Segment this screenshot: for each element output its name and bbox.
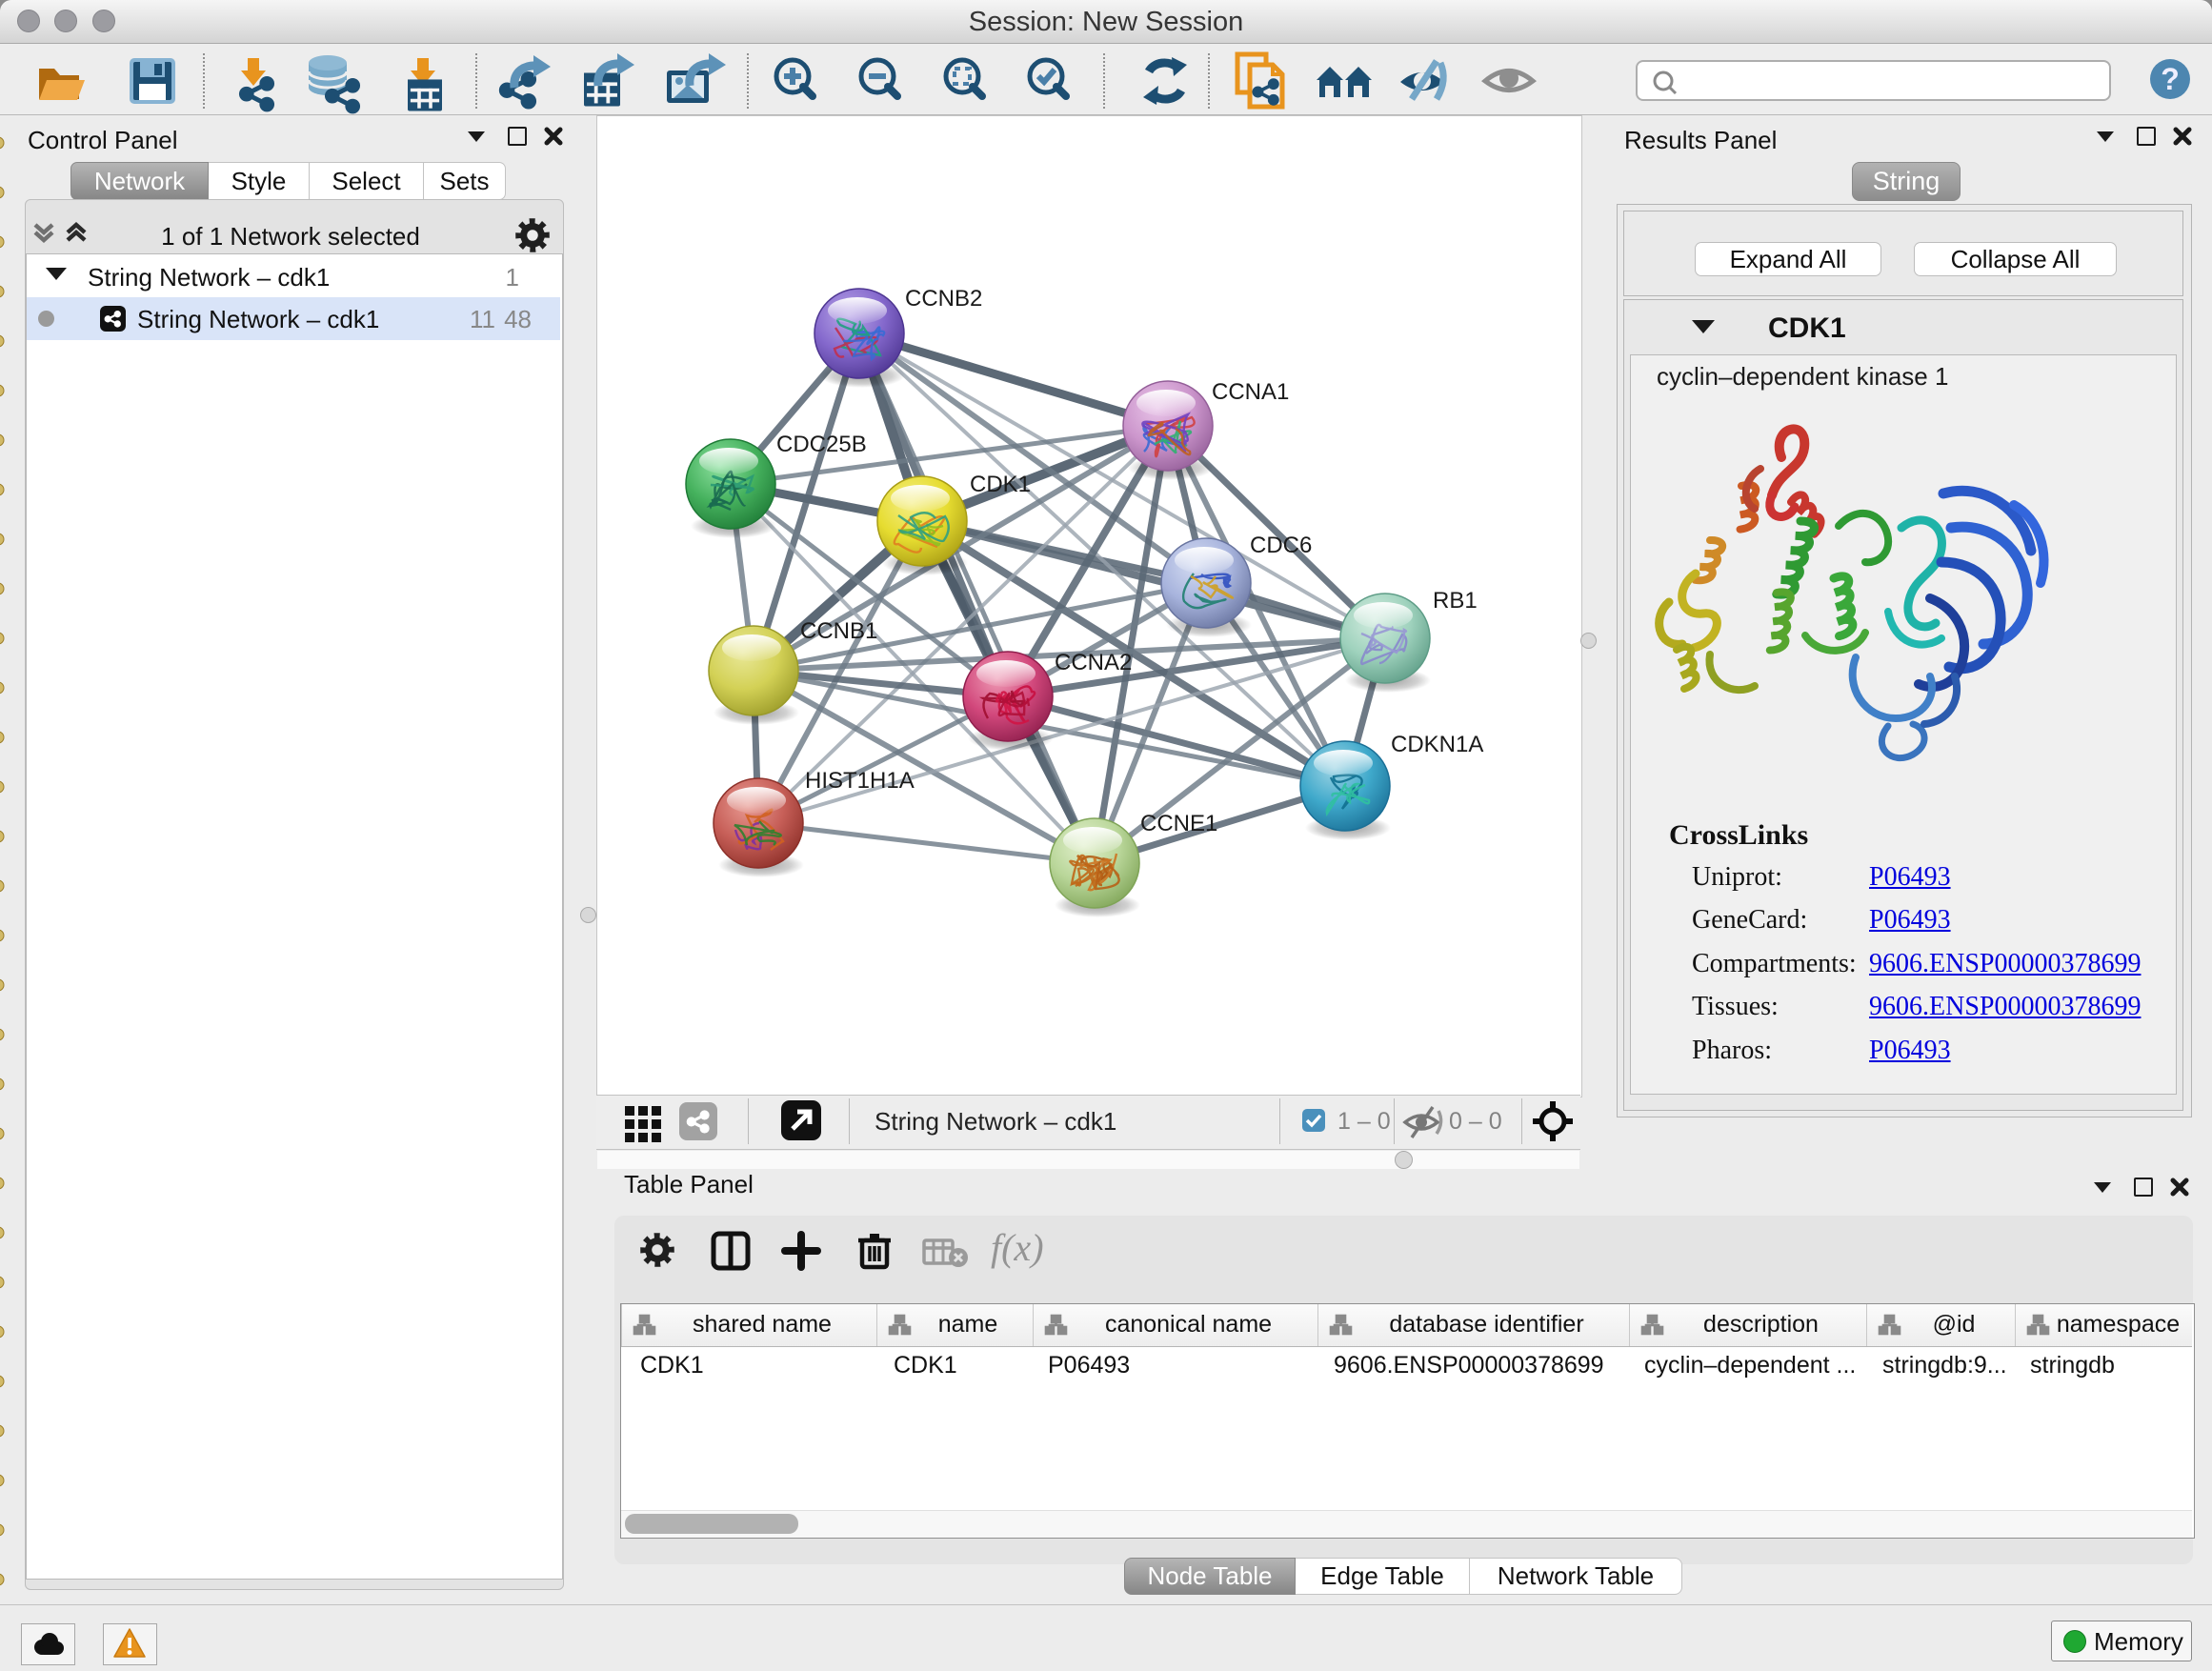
svg-text:CCNB2: CCNB2	[905, 286, 982, 312]
svg-text:CCNA2: CCNA2	[1055, 650, 1132, 675]
svg-text:CDC25B: CDC25B	[776, 432, 867, 457]
svg-text:CDC6: CDC6	[1250, 533, 1312, 558]
svg-text:RB1: RB1	[1433, 588, 1478, 614]
svg-text:CCNA1: CCNA1	[1212, 379, 1289, 405]
svg-text:HIST1H1A: HIST1H1A	[805, 768, 915, 794]
svg-text:CDK1: CDK1	[970, 472, 1031, 497]
svg-text:CDKN1A: CDKN1A	[1391, 732, 1483, 757]
svg-text:CCNE1: CCNE1	[1140, 811, 1217, 836]
svg-text:CCNB1: CCNB1	[800, 618, 877, 644]
